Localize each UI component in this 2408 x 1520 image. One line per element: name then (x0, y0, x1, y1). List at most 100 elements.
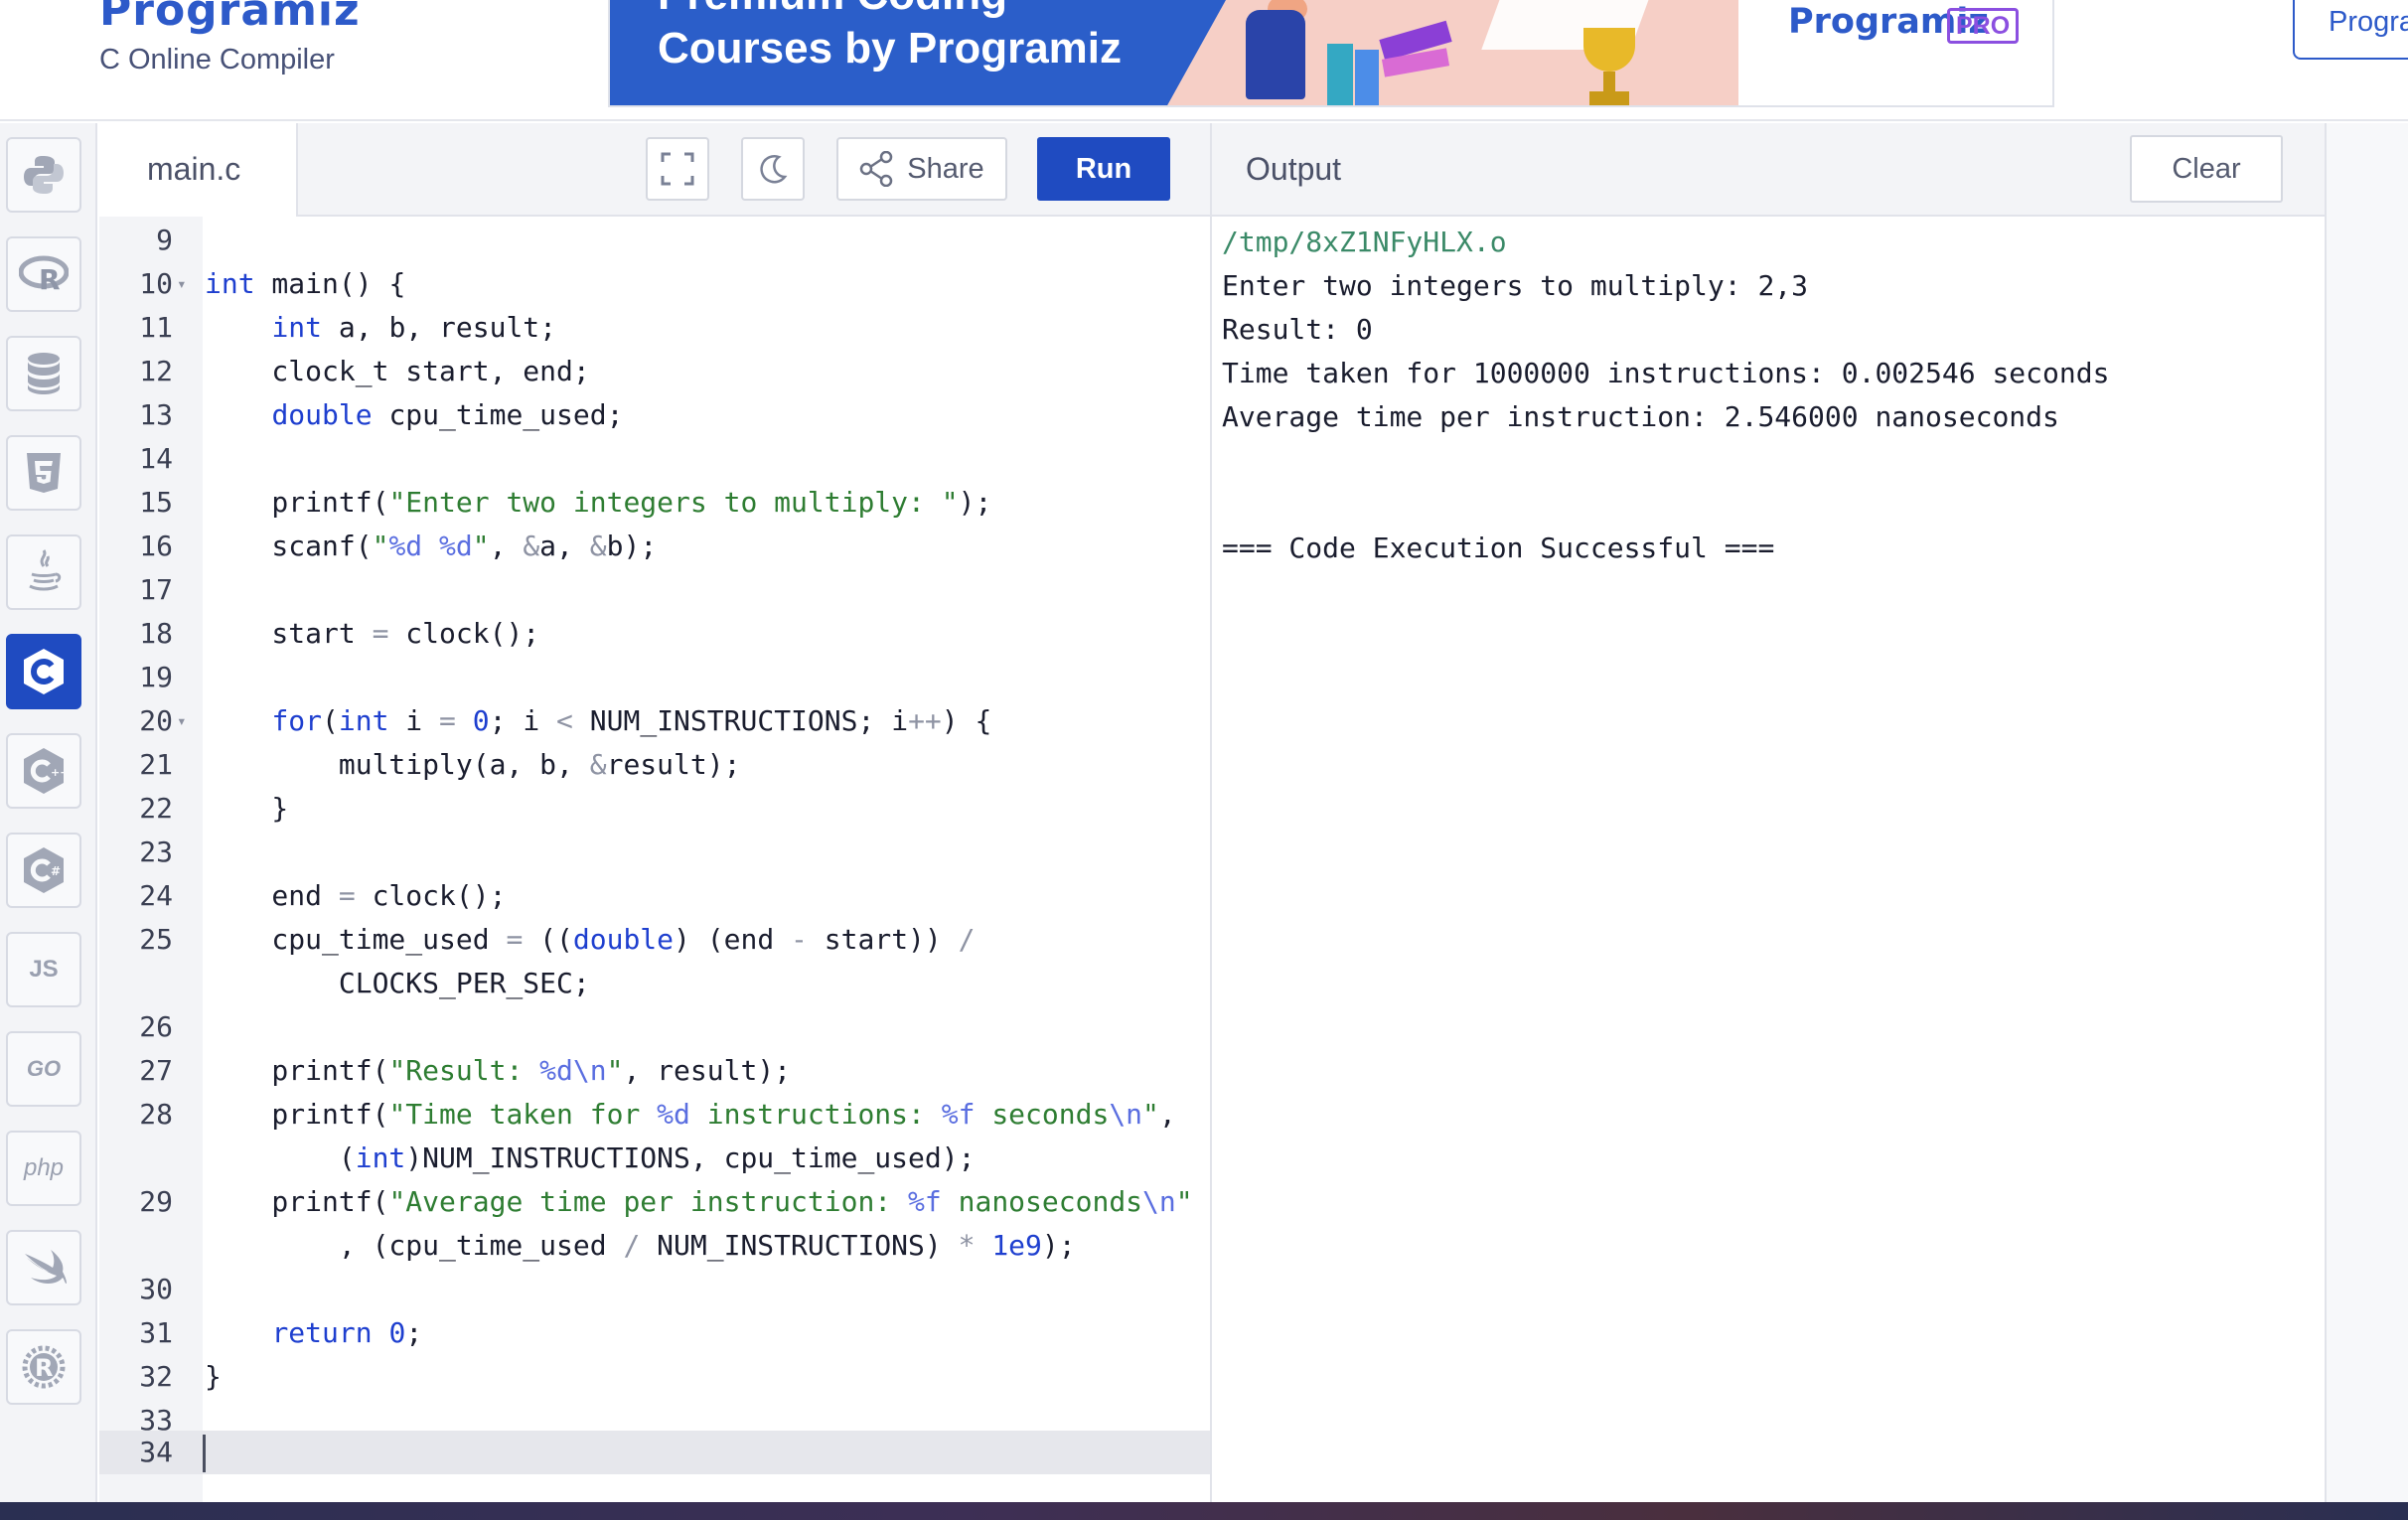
code-text: scanf("%d %d", &a, &b); (205, 530, 658, 562)
line-number: 18 (139, 617, 173, 650)
code-text: } (205, 1360, 222, 1393)
r-icon[interactable]: R (6, 236, 81, 312)
svg-text:#: # (51, 864, 61, 878)
code-line[interactable]: 31 return 0; (99, 1311, 1210, 1355)
html5-icon[interactable] (6, 435, 81, 511)
dark-mode-button[interactable] (741, 137, 805, 201)
banner-text-panel: Premium Coding Courses by Programiz (610, 0, 1206, 105)
trophy-icon (1583, 28, 1635, 72)
fullscreen-button[interactable] (646, 137, 709, 201)
c-icon[interactable] (6, 634, 81, 709)
rust-icon[interactable]: R (6, 1329, 81, 1405)
file-tab-label: main.c (147, 151, 241, 187)
line-number: 16 (139, 530, 173, 562)
swift-icon[interactable] (6, 1230, 81, 1305)
line-number: 25 (139, 923, 173, 956)
file-tab-main-c[interactable]: main.c (99, 123, 298, 219)
share-label: Share (907, 152, 984, 185)
line-number: 20 (139, 704, 173, 737)
line-number: 27 (139, 1054, 173, 1087)
python-icon[interactable] (6, 137, 81, 213)
line-number: 21 (139, 748, 173, 781)
output-header: Output Clear (1210, 123, 2325, 217)
line-number: 12 (139, 355, 173, 387)
code-text: int a, b, result; (271, 311, 557, 344)
output-line: /tmp/8xZ1NFyHLX.o (1222, 226, 1507, 258)
line-number: 26 (139, 1010, 173, 1043)
run-label: Run (1075, 152, 1132, 185)
svg-text:R: R (35, 1354, 53, 1382)
code-line[interactable]: 23 (99, 831, 1210, 874)
js-icon[interactable]: JS (6, 932, 81, 1007)
code-line[interactable]: 15 printf("Enter two integers to multipl… (99, 481, 1210, 525)
java-icon[interactable] (6, 534, 81, 610)
code-line[interactable]: CLOCKS_PER_SEC; (99, 962, 1210, 1005)
code-line[interactable]: 24 end = clock(); (99, 874, 1210, 918)
database-icon[interactable] (6, 336, 81, 411)
line-number: 34 (139, 1436, 173, 1468)
output-line: === Code Execution Successful === (1222, 532, 1775, 564)
code-line[interactable]: 26 (99, 1005, 1210, 1049)
pro-logo-panel: Programiz PRO (1738, 0, 2052, 105)
code-line[interactable]: (int)NUM_INSTRUCTIONS, cpu_time_used); (99, 1137, 1210, 1180)
code-line[interactable]: 14 (99, 437, 1210, 481)
code-text: (int)NUM_INSTRUCTIONS, cpu_time_used); (205, 1141, 976, 1174)
code-text: printf("Time taken for %d instructions: … (205, 1098, 1176, 1131)
code-editor[interactable]: 9 10 ▾ int main() { 11 int a, b, result; 1… (99, 217, 1210, 1502)
line-number: 19 (139, 661, 173, 693)
code-text: start = clock(); (205, 617, 540, 650)
brand-logo[interactable]: Programiz (99, 0, 361, 36)
code-line[interactable]: 25 cpu_time_used = ((double) (end - star… (99, 918, 1210, 962)
code-line[interactable]: 19 (99, 656, 1210, 699)
backpack-illustration (1246, 10, 1305, 99)
banner-title-line1: Premium Coding (658, 0, 1007, 20)
code-line[interactable]: 32} (99, 1355, 1210, 1399)
output-line: Time taken for 1000000 instructions: 0.0… (1222, 357, 2110, 389)
code-line[interactable]: 22 } (99, 787, 1210, 831)
moon-icon (760, 155, 788, 184)
csharp-icon[interactable]: # (6, 833, 81, 908)
go-icon[interactable]: GO (6, 1031, 81, 1107)
code-line[interactable]: 12 clock_t start, end; (99, 350, 1210, 393)
clear-label: Clear (2172, 152, 2241, 185)
banner-illustration (1166, 0, 1754, 105)
fold-arrow-icon[interactable]: ▾ (177, 699, 187, 743)
cta-label: Progra (2329, 6, 2408, 38)
programiz-pro-button[interactable]: Progra (2293, 0, 2408, 60)
code-line[interactable]: 29 printf("Average time per instruction:… (99, 1180, 1210, 1224)
code-line[interactable]: 10 ▾ int main() { (99, 262, 1210, 306)
line-number: 13 (139, 398, 173, 431)
code-line[interactable]: 28 printf("Time taken for %d instruction… (99, 1093, 1210, 1137)
fold-arrow-icon[interactable]: ▾ (177, 262, 187, 306)
line-number: 32 (139, 1360, 173, 1393)
code-line[interactable]: 30 (99, 1268, 1210, 1311)
code-text: CLOCKS_PER_SEC; (205, 967, 590, 999)
output-line: Result: 0 (1222, 313, 1373, 346)
code-text: printf("Average time per instruction: %f… (205, 1185, 1193, 1218)
brand[interactable]: Programiz C Online Compiler (99, 0, 361, 77)
code-line[interactable]: 34 (99, 1431, 1210, 1474)
code-line[interactable]: 13 double cpu_time_used; (99, 393, 1210, 437)
code-line[interactable]: 21 multiply(a, b, &result); (99, 743, 1210, 787)
code-line[interactable]: 9 (99, 219, 1210, 262)
code-line[interactable]: 16 scanf("%d %d", &a, &b); (99, 525, 1210, 568)
code-line[interactable]: 18 start = clock(); (99, 612, 1210, 656)
line-number: 15 (139, 486, 173, 519)
code-line[interactable]: 20 ▾ for(int i = 0; i < NUM_INSTRUCTIONS;… (99, 699, 1210, 743)
clear-button[interactable]: Clear (2130, 135, 2283, 203)
promo-banner[interactable]: Premium Coding Courses by Programiz Prog… (608, 0, 2054, 107)
share-button[interactable]: Share (836, 137, 1007, 201)
code-line[interactable]: 27 printf("Result: %d\n", result); (99, 1049, 1210, 1093)
php-icon[interactable]: php (6, 1131, 81, 1206)
cpp-icon[interactable]: ++ (6, 733, 81, 809)
output-console[interactable]: /tmp/8xZ1NFyHLX.o Enter two integers to … (1210, 217, 2325, 1502)
code-text: for(int i = 0; i < NUM_INSTRUCTIONS; i++… (271, 704, 992, 737)
code-line[interactable]: , (cpu_time_used / NUM_INSTRUCTIONS) * 1… (99, 1224, 1210, 1268)
js-label: JS (29, 956, 59, 983)
code-text: clock_t start, end; (205, 355, 590, 387)
editor-toolbar: main.c Share Run (99, 123, 1210, 219)
line-number: 28 (139, 1098, 173, 1131)
run-button[interactable]: Run (1037, 137, 1170, 201)
code-line[interactable]: 17 (99, 568, 1210, 612)
code-line[interactable]: 11 int a, b, result; (99, 306, 1210, 350)
